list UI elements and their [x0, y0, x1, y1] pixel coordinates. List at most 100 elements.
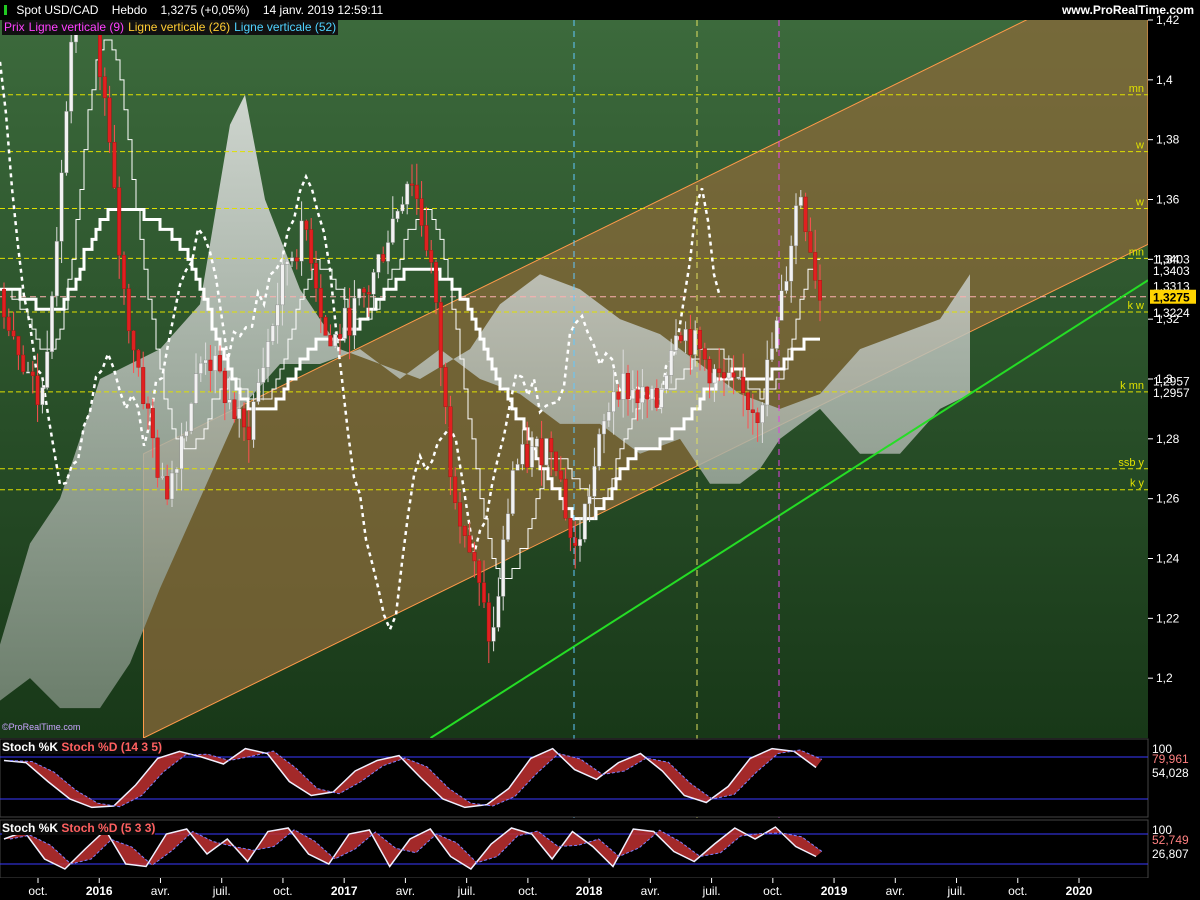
candle-body — [654, 388, 659, 408]
candle-body — [462, 525, 467, 536]
candle-body — [21, 354, 26, 373]
candle-body — [467, 535, 472, 553]
candle-body — [630, 389, 635, 400]
stoch-14-title: Stoch %K Stoch %D (14 3 5) — [2, 740, 163, 754]
candle-body — [184, 430, 189, 437]
candle-body — [554, 451, 559, 472]
price-chart[interactable]: mn w w mn k w k mn ssb y k y 1,42 1,4 1,38 1,36 1,34… — [0, 0, 1200, 900]
candle-body — [683, 329, 688, 342]
candle-body — [59, 172, 64, 242]
candle-body — [208, 359, 213, 371]
candle-body — [549, 438, 554, 453]
legend-vline-52[interactable]: Ligne verticale (52) — [232, 20, 338, 34]
candle-body — [410, 183, 415, 186]
candle-body — [525, 444, 530, 468]
time-label-7: juil. — [457, 884, 476, 898]
candle-body — [438, 302, 443, 368]
candle-body — [266, 341, 271, 368]
stoch-5-panel[interactable] — [0, 819, 1149, 879]
candle-body — [544, 438, 549, 466]
candle-body — [650, 388, 655, 400]
candle-body — [366, 292, 371, 295]
candle-body — [333, 334, 338, 347]
level-label-6: ssb y — [1118, 457, 1144, 469]
candle-body — [611, 391, 616, 413]
time-label-13: 2019 — [821, 884, 848, 898]
candle-body — [419, 198, 424, 226]
candle-body — [69, 41, 74, 112]
time-label-10: avr. — [641, 884, 660, 898]
candle-body — [102, 76, 107, 99]
candle-body — [299, 220, 304, 262]
candle-body — [520, 444, 525, 465]
candle-body — [237, 408, 242, 419]
candle-body — [688, 329, 693, 355]
time-label-0: oct. — [28, 884, 47, 898]
candle-body — [491, 627, 496, 642]
candle-body — [635, 389, 640, 404]
candle-body — [746, 392, 751, 410]
candle-body — [803, 196, 808, 232]
candle-body — [309, 229, 314, 264]
candle-body — [342, 307, 347, 339]
candle-body — [568, 518, 573, 538]
candle-body — [304, 220, 309, 230]
candle-body — [750, 409, 755, 413]
candle-body — [674, 335, 679, 351]
legend-vline-26[interactable]: Ligne verticale (26) — [126, 20, 232, 34]
candle-body — [794, 205, 799, 247]
candle-body — [645, 386, 650, 400]
candle-body — [222, 370, 227, 404]
legend-price[interactable]: Prix — [2, 20, 27, 34]
candle-body — [275, 304, 280, 326]
candle-body — [621, 372, 626, 400]
candle-body — [165, 476, 170, 500]
candle-body — [530, 446, 535, 468]
candle-body — [405, 183, 410, 205]
level-label-0: mn — [1129, 83, 1144, 95]
candle-body — [789, 245, 794, 282]
candle-body — [2, 289, 6, 318]
stoch-5-panel-tag-1: 52,749 — [1152, 833, 1189, 847]
legend-vline-9[interactable]: Ligne verticale (9) — [27, 20, 126, 34]
candle-body — [285, 260, 290, 265]
candle-body — [160, 476, 165, 479]
price-tick-label-9: 1,24 — [1156, 552, 1180, 566]
time-label-11: juil. — [702, 884, 721, 898]
stoch-14-panel[interactable] — [0, 738, 1149, 818]
candle-body — [506, 513, 511, 540]
price-tick-label-8: 1,26 — [1156, 492, 1180, 506]
candle-body — [16, 336, 21, 356]
candle-body — [510, 470, 515, 514]
candle-body — [813, 252, 818, 281]
candle-body — [179, 435, 184, 470]
candle-body — [280, 264, 285, 306]
candle-body — [424, 225, 429, 251]
candle-body — [314, 263, 319, 289]
price-tag-current: 1,3275 — [1153, 291, 1190, 305]
candle-body — [198, 362, 203, 374]
candle-body — [150, 408, 155, 439]
stoch-14-panel-tag-1: 79,961 — [1152, 752, 1189, 766]
candle-body — [338, 334, 343, 339]
candle-body — [54, 241, 59, 297]
price-tick-label-0: 1,42 — [1156, 13, 1180, 27]
price-tick-label-11: 1,2 — [1156, 671, 1173, 685]
price-tag-4: 1,3224 — [1153, 306, 1190, 320]
candle-body — [774, 320, 779, 349]
candle-body — [707, 359, 712, 384]
candle-body — [371, 272, 376, 295]
time-label-15: juil. — [947, 884, 966, 898]
candle-body — [203, 359, 208, 364]
candle-body — [784, 281, 789, 291]
candle-body — [121, 254, 126, 289]
candle-body — [45, 351, 50, 388]
candle-body — [395, 210, 400, 219]
candle-body — [736, 376, 741, 379]
level-label-2: w — [1135, 196, 1144, 208]
level-label-5: k mn — [1120, 380, 1144, 392]
time-label-8: oct. — [518, 884, 537, 898]
candle-body — [26, 371, 31, 374]
candle-body — [477, 560, 482, 583]
candle-body — [698, 329, 703, 349]
